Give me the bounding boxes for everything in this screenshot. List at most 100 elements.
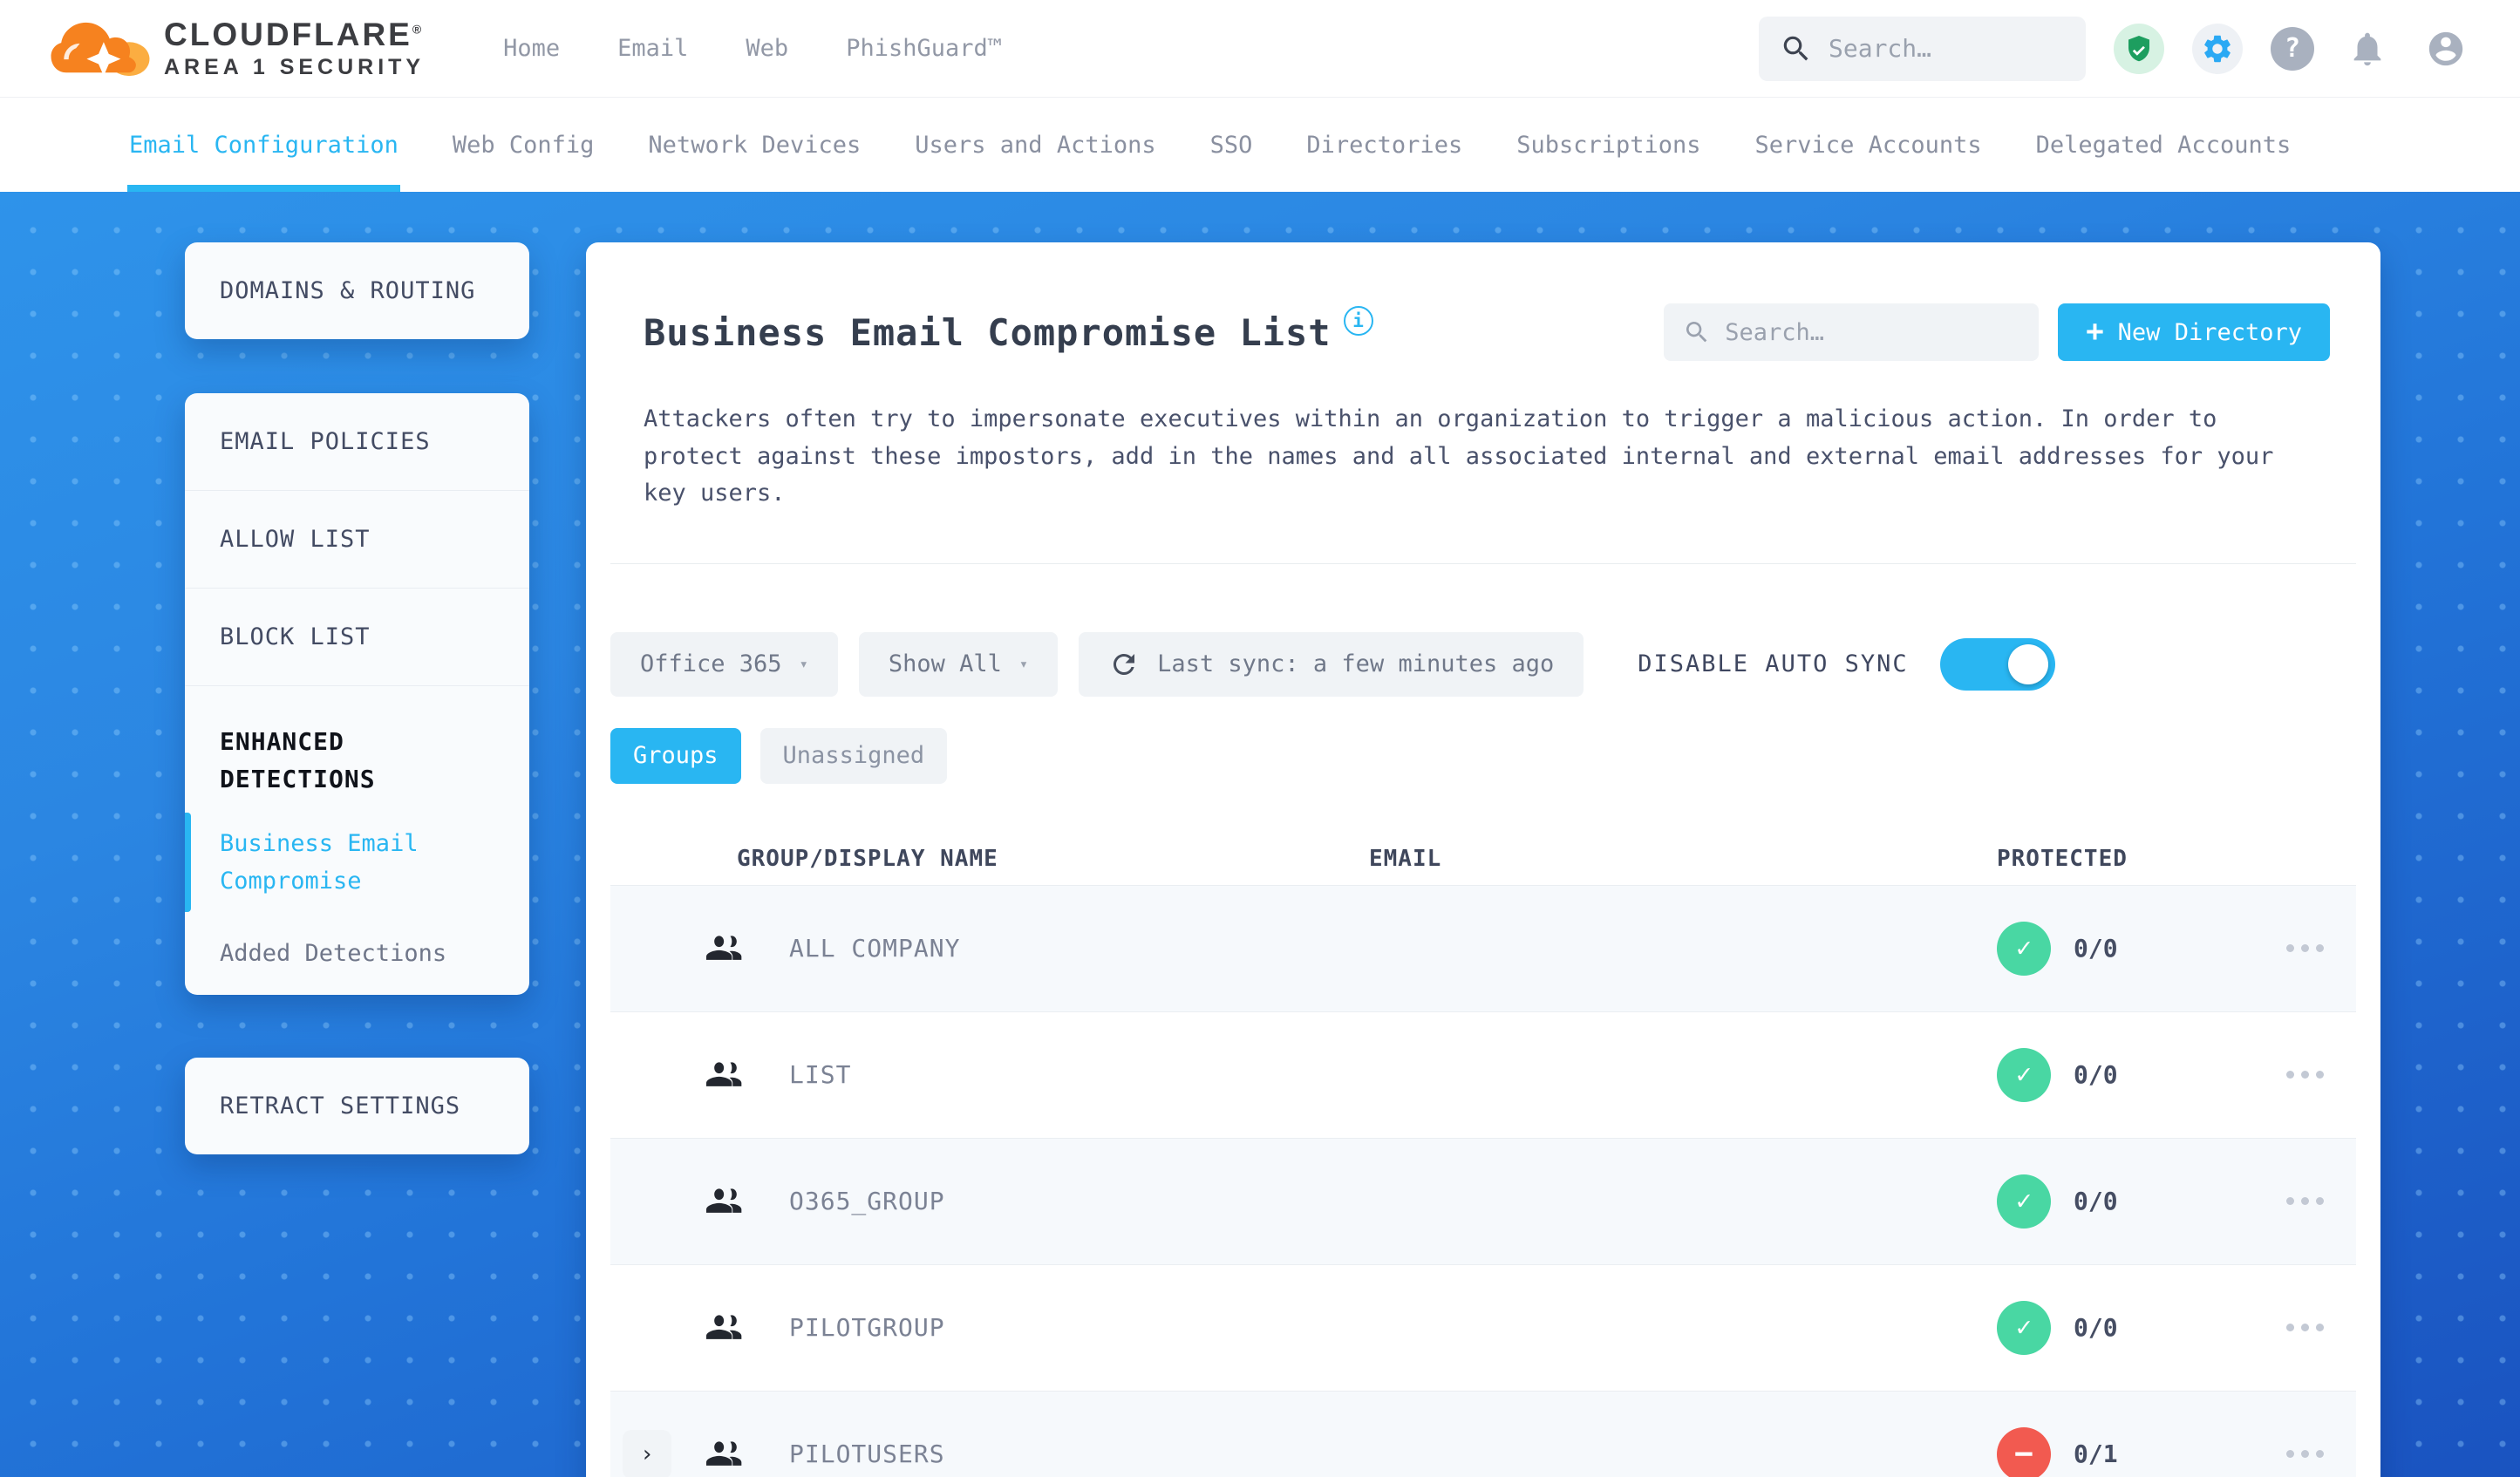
group-icon xyxy=(706,929,789,968)
plus-icon: + xyxy=(2086,313,2104,349)
tab-subscriptions[interactable]: Subscriptions xyxy=(1516,98,1700,192)
row-menu-button[interactable] xyxy=(2254,1071,2356,1079)
sidebar-item-email-policies[interactable]: EMAIL POLICIES xyxy=(185,393,529,490)
protected-count: 0/0 xyxy=(2074,1187,2118,1216)
tab-email-configuration[interactable]: Email Configuration xyxy=(127,98,400,192)
header-actions: ? xyxy=(1759,16,2471,81)
group-name: LIST xyxy=(789,1060,852,1090)
group-name: O365_GROUP xyxy=(789,1187,945,1216)
page-title: Business Email Compromise List xyxy=(644,310,1332,354)
table-row[interactable]: › PILOTGROUP ✓ 0/0 xyxy=(610,1263,2356,1391)
page-description: Attackers often try to impersonate execu… xyxy=(644,405,2274,507)
last-sync-status: Last sync: a few minutes ago xyxy=(1079,631,1584,697)
sidebar-item-allow-list[interactable]: ALLOW LIST xyxy=(185,490,529,588)
group-name: PILOTGROUP xyxy=(789,1313,945,1343)
last-sync-text: Last sync: a few minutes ago xyxy=(1157,650,1555,678)
group-name: PILOTUSERS xyxy=(789,1440,945,1469)
sidebar: DOMAINS & ROUTING EMAIL POLICIES ALLOW L… xyxy=(185,242,529,1155)
protected-status-badge: ✓ xyxy=(1997,1174,2051,1229)
chevron-down-icon: ▾ xyxy=(799,655,808,673)
cloudflare-logo[interactable]: CLOUDFLARE® AREA 1 SECURITY xyxy=(49,17,425,81)
row-menu-button[interactable] xyxy=(2254,1324,2356,1332)
main-panel: Business Email Compromise List i + New D… xyxy=(586,242,2380,1477)
user-avatar-icon[interactable] xyxy=(2421,24,2471,74)
sidebar-item-block-list[interactable]: BLOCK LIST xyxy=(185,588,529,685)
tab-groups[interactable]: Groups xyxy=(610,727,741,784)
view-tabs: Groups Unassigned xyxy=(610,727,2356,784)
tab-sso[interactable]: SSO xyxy=(1210,98,1253,192)
protected-cell: − 0/1 xyxy=(1958,1426,2254,1477)
sidebar-item-retract-settings[interactable]: RETRACT SETTINGS xyxy=(185,1058,529,1154)
nav-web[interactable]: Web xyxy=(746,35,788,62)
protected-cell: ✓ 0/0 xyxy=(1958,1047,2254,1102)
search-icon xyxy=(1686,321,1707,343)
tab-service-accounts[interactable]: Service Accounts xyxy=(1755,98,1982,192)
row-menu-button[interactable] xyxy=(2254,1197,2356,1206)
table-row[interactable]: › ALL COMPANY ✓ 0/0 xyxy=(610,884,2356,1011)
new-directory-button[interactable]: + New Directory xyxy=(2058,303,2330,361)
chevron-right-icon: › xyxy=(640,1440,654,1467)
retract-settings-card: RETRACT SETTINGS xyxy=(185,1058,529,1155)
chevron-down-icon: ▾ xyxy=(1018,655,1029,673)
tab-network-devices[interactable]: Network Devices xyxy=(648,98,861,192)
protected-count: 0/0 xyxy=(2074,1313,2118,1343)
groups-table: GROUP/DISPLAY NAME EMAIL PROTECTED › ALL… xyxy=(610,833,2356,1477)
nav-email[interactable]: Email xyxy=(617,35,688,62)
help-icon[interactable]: ? xyxy=(2271,26,2314,71)
col-email: EMAIL xyxy=(1369,845,1442,872)
brand-subtitle: AREA 1 SECURITY xyxy=(164,54,426,79)
nav-home[interactable]: Home xyxy=(503,35,560,62)
group-name: ALL COMPANY xyxy=(789,934,961,963)
row-menu-button[interactable] xyxy=(2254,944,2356,953)
directory-search-input[interactable] xyxy=(1725,318,2020,346)
email-policies-card: EMAIL POLICIES ALLOW LIST BLOCK LIST ENH… xyxy=(185,393,529,996)
show-filter-select[interactable]: Show All ▾ xyxy=(858,631,1059,697)
brand-name: CLOUDFLARE xyxy=(164,16,412,52)
protected-status-badge: ✓ xyxy=(1997,921,2051,976)
section-divider xyxy=(610,562,2356,564)
filters-row: Office 365 ▾ Show All ▾ Last sync: a few… xyxy=(610,631,2356,697)
protected-status-badge: ✓ xyxy=(1997,1300,2051,1355)
gear-icon[interactable] xyxy=(2192,23,2243,74)
protected-status-badge: ✓ xyxy=(1997,1047,2051,1102)
directory-select-value: Office 365 xyxy=(640,650,782,678)
new-directory-label: New Directory xyxy=(2117,318,2302,346)
disable-auto-sync-label: DISABLE AUTO SYNC xyxy=(1638,650,1909,678)
global-search-input[interactable] xyxy=(1829,34,2065,63)
content-area: DOMAINS & ROUTING EMAIL POLICIES ALLOW L… xyxy=(0,192,2520,1477)
tab-delegated-accounts[interactable]: Delegated Accounts xyxy=(2036,98,2292,192)
shield-check-icon[interactable] xyxy=(2114,23,2164,74)
bell-icon[interactable] xyxy=(2342,24,2393,74)
tab-users-and-actions[interactable]: Users and Actions xyxy=(915,98,1155,192)
directory-search[interactable] xyxy=(1664,303,2040,361)
title-row: Business Email Compromise List i + New D… xyxy=(644,303,2330,361)
sidebar-section-enhanced-detections[interactable]: ENHANCED DETECTIONS xyxy=(185,685,529,807)
protected-count: 0/0 xyxy=(2074,934,2118,963)
col-protected: PROTECTED xyxy=(1997,845,2128,872)
row-menu-button[interactable] xyxy=(2254,1450,2356,1459)
sidebar-item-business-email-compromise[interactable]: Business Email Compromise xyxy=(185,807,529,917)
protected-count: 0/1 xyxy=(2074,1440,2118,1469)
table-row[interactable]: › O365_GROUP ✓ 0/0 xyxy=(610,1137,2356,1264)
cloudflare-cloud-icon xyxy=(51,22,150,76)
nav-phishguard[interactable]: PhishGuard™ xyxy=(846,35,1002,62)
col-group-display-name: GROUP/DISPLAY NAME xyxy=(737,845,998,872)
group-icon xyxy=(706,1056,789,1094)
registered-mark: ® xyxy=(412,22,425,37)
auto-sync-toggle[interactable] xyxy=(1939,637,2055,691)
tab-directories[interactable]: Directories xyxy=(1306,98,1462,192)
protected-cell: ✓ 0/0 xyxy=(1958,1300,2254,1355)
tab-unassigned[interactable]: Unassigned xyxy=(759,727,948,784)
config-tabbar: Email Configuration Web Config Network D… xyxy=(0,98,2520,192)
global-search[interactable] xyxy=(1759,16,2086,81)
tab-web-config[interactable]: Web Config xyxy=(453,98,595,192)
directory-select[interactable]: Office 365 ▾ xyxy=(610,631,838,697)
sidebar-item-added-detections[interactable]: Added Detections xyxy=(185,917,529,995)
app-header: CLOUDFLARE® AREA 1 SECURITY Home Email W… xyxy=(0,0,2520,98)
sidebar-item-domains-routing[interactable]: DOMAINS & ROUTING xyxy=(185,242,529,339)
search-icon xyxy=(1783,36,1808,60)
info-icon[interactable]: i xyxy=(1343,306,1373,336)
expand-row-button[interactable]: › xyxy=(623,1429,671,1477)
table-row[interactable]: › LIST ✓ 0/0 xyxy=(610,1011,2356,1138)
table-row[interactable]: › PILOTUSERS − 0/1 xyxy=(610,1390,2356,1477)
